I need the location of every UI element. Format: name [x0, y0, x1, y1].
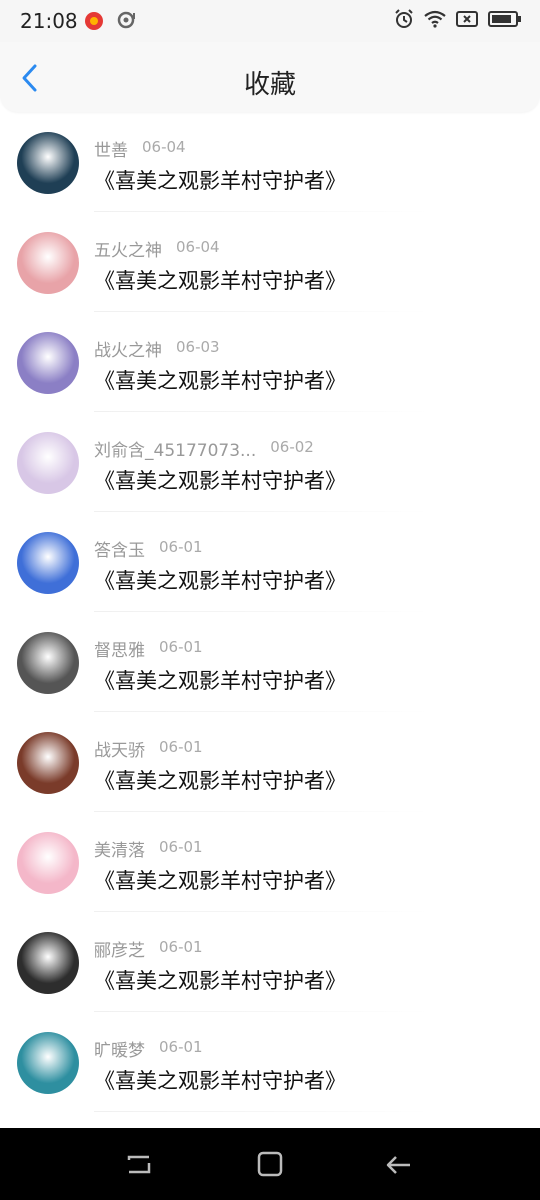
- recent-apps-button[interactable]: [125, 1150, 155, 1180]
- item-date: 06-04: [142, 138, 186, 156]
- item-title: 《喜美之观影羊村守护者》: [94, 969, 346, 993]
- item-name: 美清落: [94, 841, 145, 861]
- list-item[interactable]: 旷暖梦 06-01 《喜美之观影羊村守护者》: [0, 1012, 540, 1112]
- avatar: [17, 732, 79, 794]
- item-name: 督思雅: [94, 641, 145, 661]
- list-item[interactable]: 美清落 06-01 《喜美之观影羊村守护者》: [0, 812, 540, 912]
- avatar: [17, 932, 79, 994]
- item-date: 06-01: [159, 1038, 203, 1056]
- avatar: [17, 332, 79, 394]
- item-title: 《喜美之观影羊村守护者》: [94, 169, 346, 193]
- item-name: 战火之神: [94, 341, 162, 361]
- list-item[interactable]: 战天骄 06-01 《喜美之观影羊村守护者》: [0, 712, 540, 812]
- back-icon: [386, 1156, 410, 1174]
- item-title: 《喜美之观影羊村守护者》: [94, 669, 346, 693]
- recent-apps-icon: [127, 1155, 151, 1174]
- item-name: 世善: [94, 141, 128, 161]
- app-bar: 收藏: [0, 42, 540, 112]
- item-name: 郦彦芝: [94, 941, 145, 961]
- item-title: 《喜美之观影羊村守护者》: [94, 769, 346, 793]
- home-icon: [257, 1151, 283, 1177]
- avatar: [17, 432, 79, 494]
- item-date: 06-03: [176, 338, 220, 356]
- item-date: 06-01: [159, 938, 203, 956]
- item-title: 《喜美之观影羊村守护者》: [94, 569, 346, 593]
- list-item[interactable]: 刘俞含_45177073... 06-02 《喜美之观影羊村守护者》: [0, 412, 540, 512]
- item-title: 《喜美之观影羊村守护者》: [94, 869, 346, 893]
- back-nav-button[interactable]: [384, 1150, 414, 1180]
- item-date: 06-02: [270, 438, 314, 456]
- favorites-list: 世善 06-04 《喜美之观影羊村守护者》 五火之神 06-04 《喜美之观影羊…: [0, 112, 540, 1112]
- status-time: 21:08: [20, 9, 78, 33]
- item-date: 06-01: [159, 838, 203, 856]
- avatar: [17, 132, 79, 194]
- home-button[interactable]: [256, 1150, 286, 1180]
- item-name: 战天骄: [94, 741, 145, 761]
- avatar: [17, 532, 79, 594]
- item-title: 《喜美之观影羊村守护者》: [94, 469, 346, 493]
- list-item[interactable]: 郦彦芝 06-01 《喜美之观影羊村守护者》: [0, 912, 540, 1012]
- item-name: 五火之神: [94, 241, 162, 261]
- avatar: [17, 632, 79, 694]
- settings-notification-icon: [117, 10, 137, 30]
- list-item[interactable]: 五火之神 06-04 《喜美之观影羊村守护者》: [0, 212, 540, 312]
- item-name: 答含玉: [94, 541, 145, 561]
- item-date: 06-04: [176, 238, 220, 256]
- no-sim-icon: [456, 11, 478, 27]
- list-item[interactable]: 战火之神 06-03 《喜美之观影羊村守护者》: [0, 312, 540, 412]
- item-name: 刘俞含_45177073...: [94, 441, 257, 461]
- list-item[interactable]: 世善 06-04 《喜美之观影羊村守护者》: [0, 112, 540, 212]
- battery-icon: [488, 11, 522, 27]
- list-item[interactable]: 答含玉 06-01 《喜美之观影羊村守护者》: [0, 512, 540, 612]
- item-date: 06-01: [159, 738, 203, 756]
- item-title: 《喜美之观影羊村守护者》: [94, 1069, 346, 1093]
- alarm-icon: [394, 9, 414, 29]
- list-item[interactable]: 督思雅 06-01 《喜美之观影羊村守护者》: [0, 612, 540, 712]
- page-title: 收藏: [243, 70, 296, 100]
- wifi-icon: [424, 10, 446, 28]
- avatar: [17, 832, 79, 894]
- item-date: 06-01: [159, 638, 203, 656]
- avatar: [17, 232, 79, 294]
- avatar: [17, 1032, 79, 1094]
- system-nav-bar: [0, 1128, 540, 1200]
- item-date: 06-01: [159, 538, 203, 556]
- item-title: 《喜美之观影羊村守护者》: [94, 269, 346, 293]
- item-name: 旷暖梦: [94, 1041, 145, 1061]
- divider: [94, 1111, 430, 1112]
- app-notification-icon: [85, 12, 103, 30]
- item-title: 《喜美之观影羊村守护者》: [94, 369, 346, 393]
- status-bar: 21:08: [0, 0, 540, 42]
